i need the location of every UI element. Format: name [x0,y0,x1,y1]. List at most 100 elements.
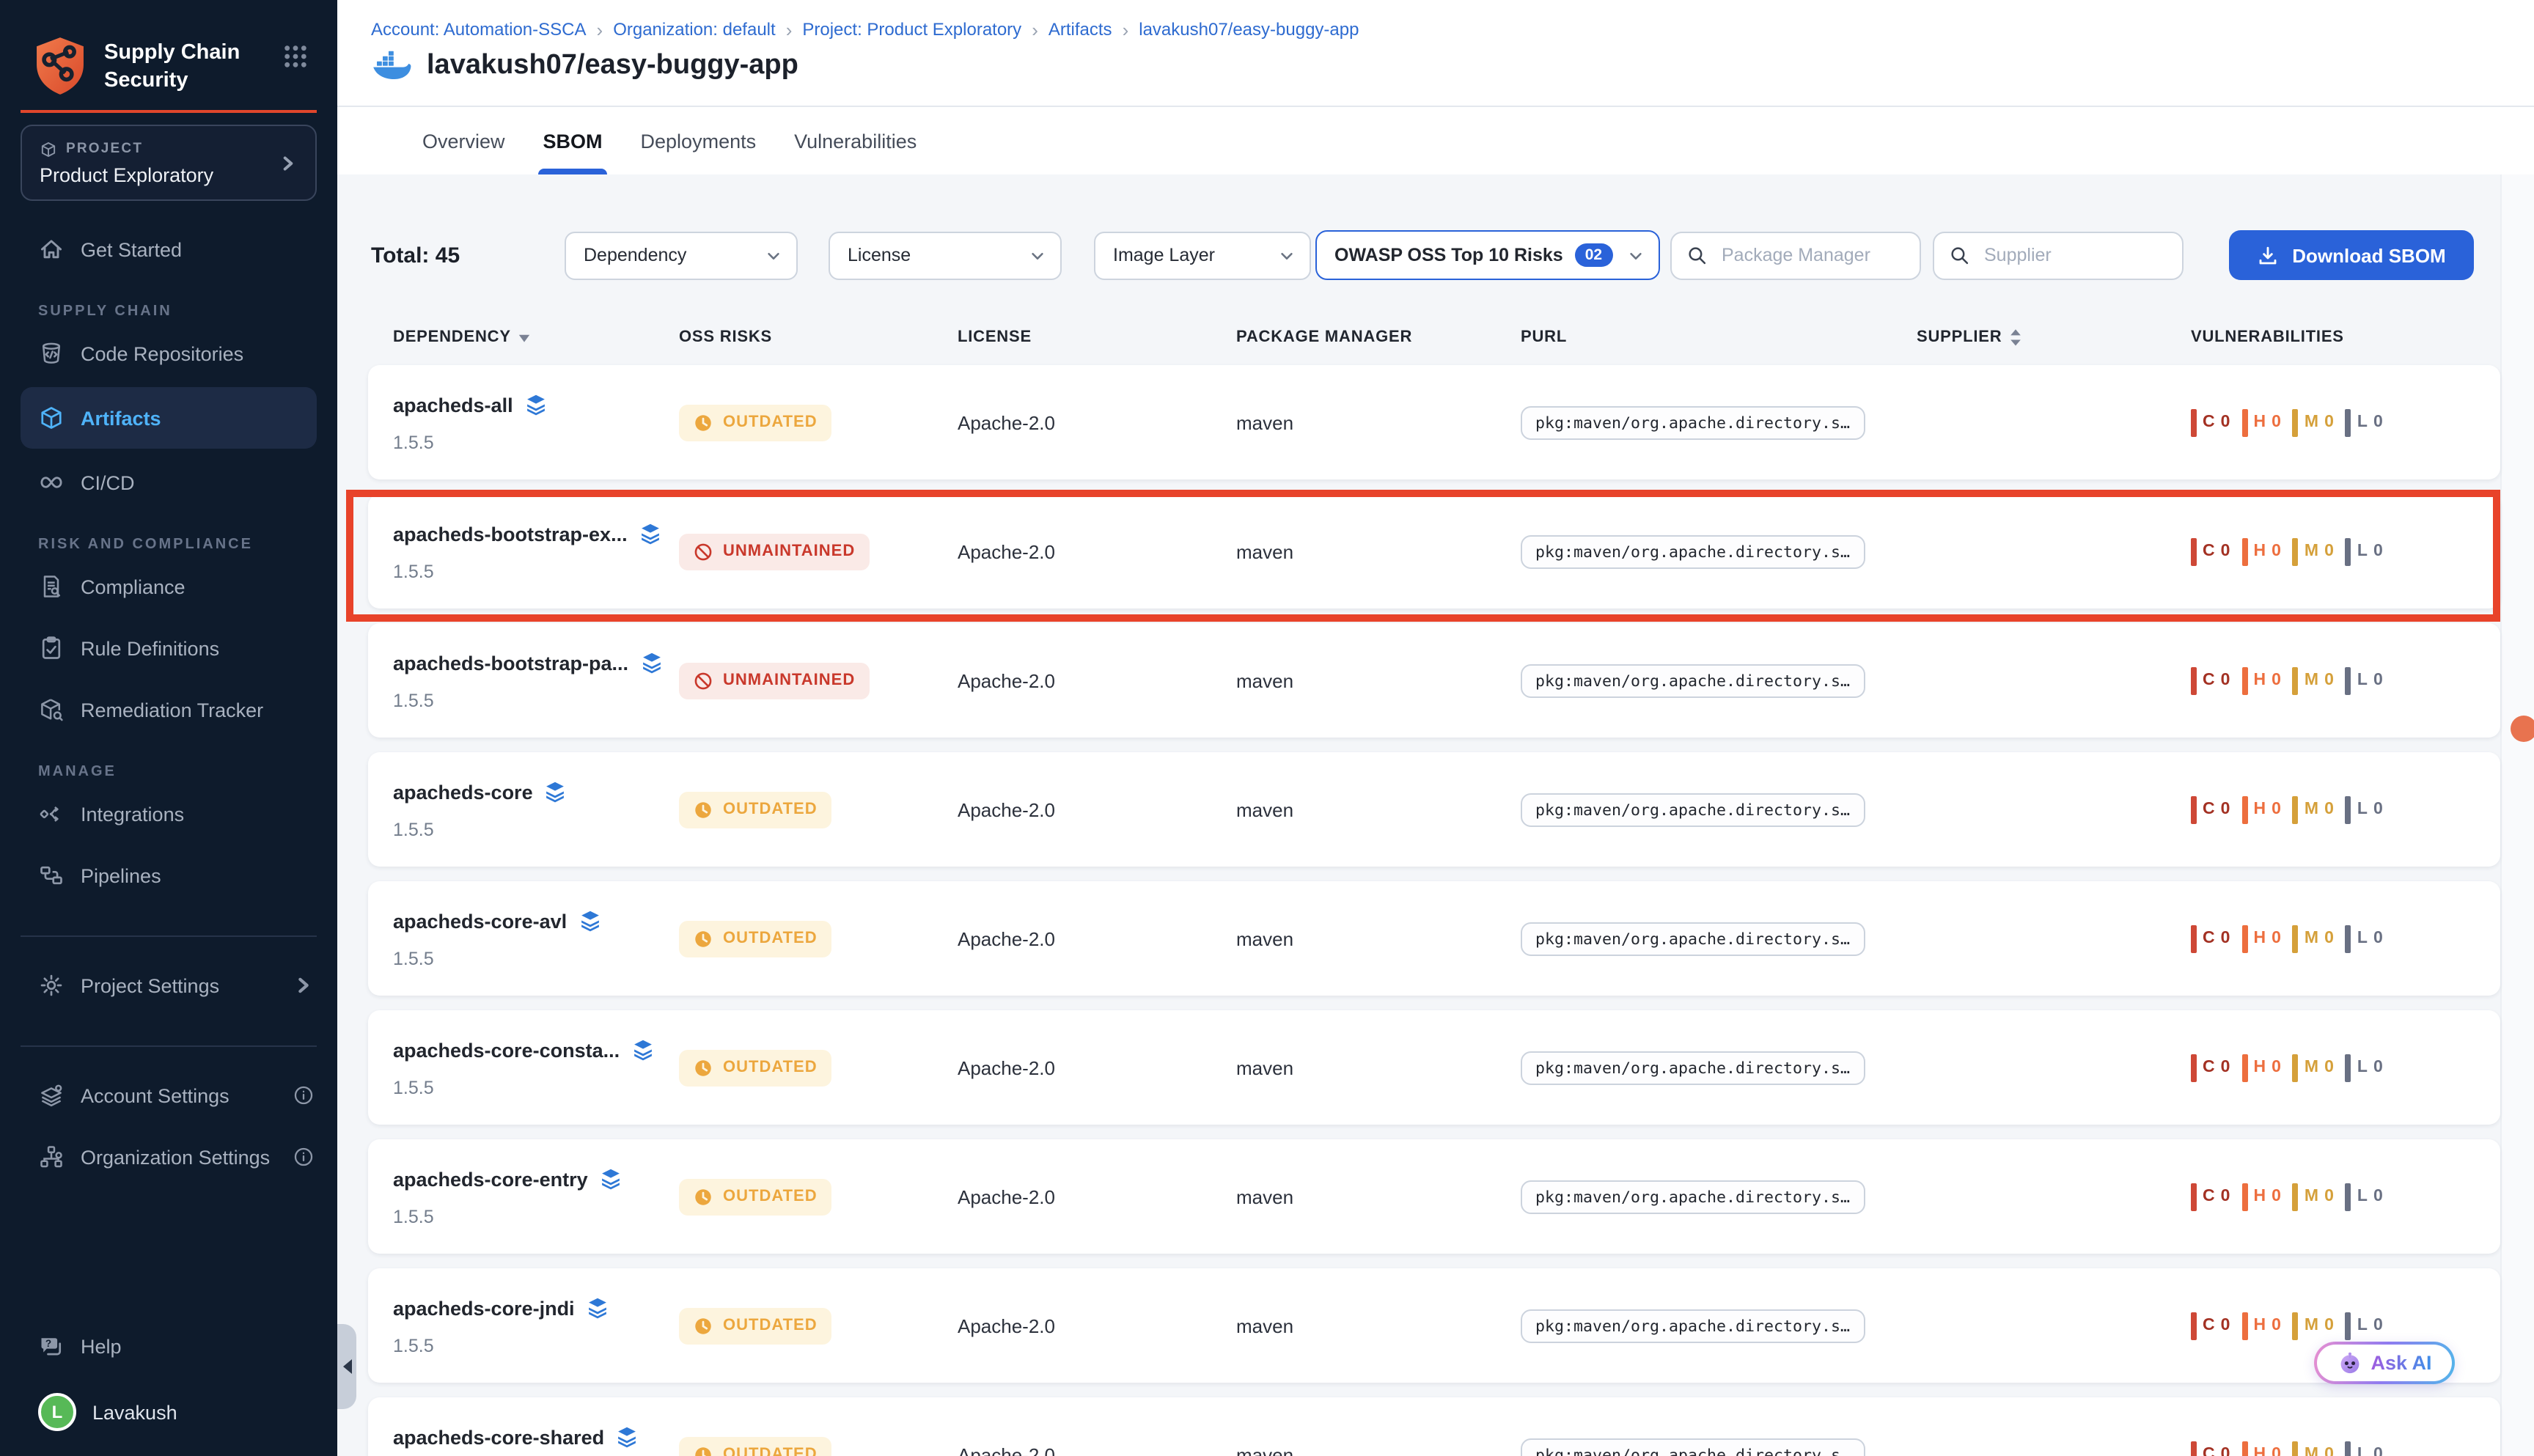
purl-chip[interactable]: pkg:maven/org.apache.directory.s… [1521,1309,1865,1343]
ask-ai-button[interactable]: Ask AI [2314,1342,2455,1384]
download-sbom-button[interactable]: Download SBOM [2229,230,2474,280]
column-header-license: LICENSE [958,327,1236,348]
purl-chip[interactable]: pkg:maven/org.apache.directory.s… [1521,922,1865,956]
severity-count: 0 [2324,1317,2334,1334]
purl-chip[interactable]: pkg:maven/org.apache.directory.s… [1521,1180,1865,1214]
table-row[interactable]: apacheds-all1.5.5OUTDATEDApache-2.0maven… [368,365,2500,479]
project-kicker-label: PROJECT [66,141,143,157]
column-header-dependency[interactable]: DEPENDENCY [393,327,679,348]
tab-vulnerabilities[interactable]: Vulnerabilities [794,107,917,174]
table-row[interactable]: apacheds-bootstrap-pa...1.5.5UNMAINTAINE… [368,623,2500,738]
vuln-high: H0 [2241,795,2280,823]
column-header-oss-risks: OSS RISKS [679,327,958,348]
purl-chip[interactable]: pkg:maven/org.apache.directory.s… [1521,664,1865,698]
severity-count: 0 [2324,1059,2334,1076]
package-manager-search-input[interactable] [1719,243,1905,267]
chevron-down-icon [1029,247,1046,263]
breadcrumb-separator-icon: › [1123,20,1129,39]
table-row[interactable]: apacheds-bootstrap-ex...1.5.5UNMAINTAINE… [368,494,2500,608]
docker-icon [372,50,412,82]
severity-count: 0 [2373,1059,2383,1076]
severity-bar [2346,537,2351,565]
vuln-high: H0 [2241,1441,2280,1456]
severity-bar [2191,1441,2197,1456]
severity-count: 0 [2373,930,2383,947]
sidebar-item-account-settings[interactable]: Account Settings [0,1065,337,1126]
dependency-name-text: apacheds-all [393,394,513,416]
main-area: Account: Automation-SSCA › Organization: d… [337,0,2534,1456]
sidebar-collapse-handle[interactable] [337,1324,356,1409]
sidebar-item-artifacts[interactable]: Artifacts [21,387,317,449]
package-manager-value: maven [1236,1056,1521,1078]
table-row[interactable]: apacheds-core-avl1.5.5OUTDATEDApache-2.0… [368,881,2500,996]
owasp-oss-filter[interactable]: OWASP OSS Top 10 Risks 02 [1315,230,1660,280]
module-grid-icon[interactable] [283,44,308,69]
tab-deployments[interactable]: Deployments [641,107,757,174]
table-row[interactable]: apacheds-core-consta...1.5.5OUTDATEDApac… [368,1010,2500,1125]
filter-dropdown-dependency[interactable]: Dependency [565,231,798,279]
severity-letter: L [2357,413,2368,431]
search-icon [1686,245,1707,265]
table-row[interactable]: apacheds-core-entry1.5.5OUTDATEDApache-2… [368,1139,2500,1254]
table-row[interactable]: apacheds-core1.5.5OUTDATEDApache-2.0mave… [368,752,2500,867]
project-selector[interactable]: PROJECT Product Exploratory [21,125,317,201]
table-body: apacheds-all1.5.5OUTDATEDApache-2.0maven… [368,365,2500,1456]
breadcrumb-link[interactable]: Organization: default [613,19,776,40]
sidebar-item-label: Get Started [81,238,182,260]
purl-chip[interactable]: pkg:maven/org.apache.directory.s… [1521,1051,1865,1085]
tab-overview[interactable]: Overview [422,107,505,174]
sidebar-item-rule-definitions[interactable]: Rule Definitions [0,617,337,679]
filter-dropdown-license[interactable]: License [829,231,1062,279]
sidebar-item-compliance[interactable]: Compliance [0,556,337,617]
layers-icon [638,521,663,546]
dependency-name: apacheds-core [393,779,679,804]
sidebar-item-remediation-tracker[interactable]: Remediation Tracker [0,679,337,740]
table-row[interactable]: apacheds-core-jndi1.5.5OUTDATEDApache-2.… [368,1268,2500,1383]
breadcrumb-link[interactable]: Project: Product Exploratory [802,19,1021,40]
sidebar-item-integrations[interactable]: Integrations [0,783,337,845]
filter-dropdown-image-layer[interactable]: Image Layer [1094,231,1311,279]
supplier-search-input[interactable] [1981,243,2167,267]
sidebar-item-project-settings[interactable]: Project Settings [0,955,337,1016]
sidebar-item-code-repositories[interactable]: Code Repositories [0,323,337,384]
breadcrumb-link[interactable]: Artifacts [1049,19,1112,40]
severity-count: 0 [2272,1446,2281,1456]
integrations-icon [38,801,65,827]
column-header-supplier[interactable]: SUPPLIER [1917,327,2191,348]
purl-chip[interactable]: pkg:maven/org.apache.directory.s… [1521,793,1865,827]
page-title: lavakush07/easy-buggy-app [427,50,798,82]
sidebar-item-organization-settings[interactable]: Organization Settings [0,1126,337,1188]
vulnerability-counts: C0H0M0L0 [2191,795,2500,823]
purl-chip[interactable]: pkg:maven/org.apache.directory.s… [1521,535,1865,569]
dependency-name-text: apacheds-bootstrap-pa... [393,652,628,674]
sidebar-item-label: Integrations [81,803,184,825]
tab-sbom[interactable]: SBOM [543,107,603,174]
owasp-filter-label: OWASP OSS Top 10 Risks [1334,245,1563,265]
vuln-low: L0 [2346,537,2383,565]
breadcrumb-link[interactable]: Account: Automation-SSCA [371,19,587,40]
vuln-medium: M0 [2293,537,2334,565]
severity-letter: C [2203,1188,2215,1205]
tab-bar: Overview SBOM Deployments Vulnerabilities [337,107,2534,174]
severity-count: 0 [2373,1188,2383,1205]
dependency-name-text: apacheds-core-consta... [393,1039,620,1061]
severity-bar [2293,408,2299,436]
purl-chip[interactable]: pkg:maven/org.apache.directory.s… [1521,1438,1865,1456]
sbom-content: Total: 45 DependencyLicenseImage Layer O… [337,174,2534,1456]
scrollbar-track[interactable] [2500,174,2534,1456]
oss-risk-label: UNMAINTAINED [723,543,855,560]
breadcrumb-separator-icon: › [1032,20,1038,39]
sidebar-item-ci-cd[interactable]: CI/CD [0,452,337,513]
table-row[interactable]: apacheds-core-shared1.5.5OUTDATEDApache-… [368,1397,2500,1456]
package-manager-search [1670,231,1921,279]
vulnerability-counts: C0H0M0L0 [2191,1183,2500,1210]
breadcrumb-link[interactable]: lavakush07/easy-buggy-app [1139,19,1359,40]
column-header-vulnerabilities: VULNERABILITIES [2191,327,2445,348]
sidebar-item-get-started[interactable]: Get Started [0,218,337,280]
severity-count: 0 [2272,1188,2281,1205]
purl-chip[interactable]: pkg:maven/org.apache.directory.s… [1521,406,1865,440]
severity-bar [2191,666,2197,694]
sidebar-item-help[interactable]: ? Help [0,1315,337,1377]
sidebar-item-pipelines[interactable]: Pipelines [0,845,337,906]
sidebar-user[interactable]: L Lavakush [0,1377,337,1447]
